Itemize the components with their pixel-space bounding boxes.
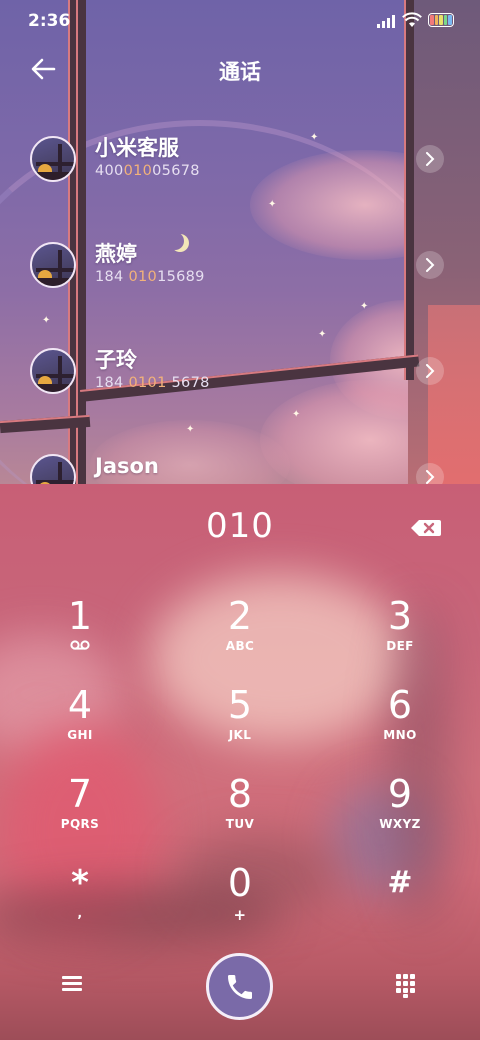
chevron-right-icon[interactable] <box>416 145 444 173</box>
key-7[interactable]: 7 PQRS <box>20 774 140 854</box>
key-2[interactable]: 2 ABC <box>180 596 300 676</box>
avatar <box>30 136 76 182</box>
contact-name: Jason <box>95 454 159 478</box>
chevron-right-icon[interactable] <box>416 251 444 279</box>
chevron-right-icon[interactable] <box>416 463 444 484</box>
wifi-icon <box>402 12 422 27</box>
contact-row[interactable]: 子玲 184 0101 5678 <box>0 348 480 438</box>
avatar <box>30 242 76 288</box>
phone-icon <box>228 975 252 999</box>
backspace-icon[interactable] <box>410 518 442 538</box>
cellular-signal-icon <box>377 14 397 28</box>
status-time: 2:36 <box>28 11 71 31</box>
arrow-left-icon[interactable] <box>26 54 62 84</box>
key-8[interactable]: 8 TUV <box>180 774 300 854</box>
contact-name: 小米客服 <box>95 136 179 160</box>
key-3[interactable]: 3 DEF <box>340 596 460 676</box>
contact-number: 184 01015689 <box>95 269 205 285</box>
contact-name: 燕婷 <box>95 242 137 266</box>
key-star[interactable]: * , <box>20 863 140 943</box>
key-0[interactable]: 0 + <box>180 863 300 943</box>
call-button[interactable] <box>206 953 273 1020</box>
menu-icon[interactable] <box>62 974 86 994</box>
contact-name: 子玲 <box>95 348 137 372</box>
key-4[interactable]: 4 GHI <box>20 685 140 765</box>
voicemail-icon <box>70 640 90 650</box>
key-5[interactable]: 5 JKL <box>180 685 300 765</box>
contact-row[interactable]: Jason <box>0 454 480 484</box>
contact-row[interactable]: 小米客服 40001005678 <box>0 136 480 226</box>
dialer-panel: 010 1 2 ABC 3 DEF 4 GHI 5 JKL 6 MNO 7 PQ… <box>0 484 480 1040</box>
status-bar: 2:36 <box>0 0 480 40</box>
key-pound[interactable]: # <box>340 863 460 943</box>
avatar <box>30 454 76 484</box>
dial-input[interactable]: 010 <box>0 506 480 546</box>
key-1[interactable]: 1 <box>20 596 140 676</box>
battery-icon <box>428 13 454 27</box>
contact-row[interactable]: 燕婷 184 01015689 <box>0 242 480 332</box>
contact-number: 184 0101 5678 <box>95 375 210 391</box>
dialpad-icon[interactable] <box>396 974 418 998</box>
key-6[interactable]: 6 MNO <box>340 685 460 765</box>
contact-number: 40001005678 <box>95 163 200 179</box>
key-9[interactable]: 9 WXYZ <box>340 774 460 854</box>
avatar <box>30 348 76 394</box>
chevron-right-icon[interactable] <box>416 357 444 385</box>
